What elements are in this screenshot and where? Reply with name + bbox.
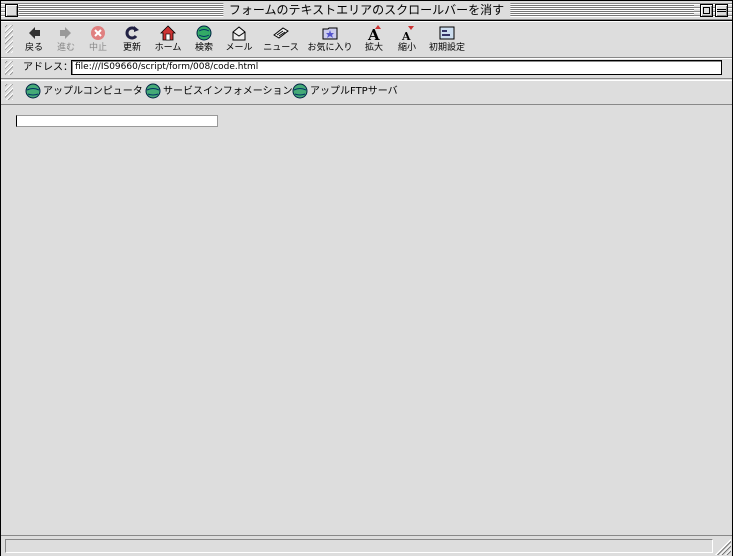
link-service-information[interactable]: サービスインフォメーション	[145, 83, 293, 101]
collapse-box-button[interactable]	[715, 4, 728, 17]
address-input[interactable]: file:///IS09660/script/form/008/code.htm…	[71, 60, 722, 75]
mail-button[interactable]: メール	[223, 23, 255, 55]
mail-icon	[232, 26, 246, 41]
favorites-button-label: お気に入り	[307, 43, 353, 53]
globe-icon	[25, 83, 41, 99]
toolbar-grip[interactable]	[5, 25, 13, 53]
favorites-icon	[322, 27, 338, 40]
news-button[interactable]: ニュース	[261, 23, 301, 55]
link-label: アップルFTPサーバ	[310, 86, 398, 97]
title-bar[interactable]: フォームのテキストエリアのスクロールバーを消す	[1, 1, 732, 21]
svg-text:A: A	[401, 30, 411, 41]
refresh-button[interactable]: 更新	[119, 23, 145, 55]
globe-icon	[292, 83, 308, 99]
text-smaller-button[interactable]: A 縮小	[394, 23, 420, 55]
forward-button[interactable]: 進む	[53, 23, 79, 55]
stop-button[interactable]: 中止	[85, 23, 111, 55]
browser-window: フォームのテキストエリアのスクロールバーを消す 戻る 進む 中止 更新 ホーム …	[0, 0, 733, 556]
textarea-no-scrollbar[interactable]	[16, 115, 218, 127]
button-toolbar: 戻る 進む 中止 更新 ホーム 検索 メール ニュース お気に入り A 拡大 A…	[1, 21, 732, 58]
globe-icon	[145, 83, 161, 99]
search-globe-icon	[196, 25, 212, 41]
link-label: アップルコンピュータ	[43, 86, 143, 97]
search-button[interactable]: 検索	[191, 23, 217, 55]
back-button[interactable]: 戻る	[21, 23, 47, 55]
text-larger-icon: A	[367, 25, 381, 41]
home-button[interactable]: ホーム	[152, 23, 184, 55]
links-grip[interactable]	[5, 84, 13, 100]
back-button-label: 戻る	[24, 43, 43, 53]
refresh-button-label: 更新	[122, 43, 141, 53]
preferences-icon	[439, 26, 455, 40]
stop-icon	[91, 26, 105, 40]
forward-arrow-icon	[60, 27, 71, 39]
back-arrow-icon	[29, 27, 40, 39]
status-bar	[1, 535, 732, 556]
home-button-label: ホーム	[154, 43, 182, 53]
window-title: フォームのテキストエリアのスクロールバーを消す	[222, 3, 511, 17]
forward-button-label: 進む	[56, 43, 75, 53]
news-button-label: ニュース	[263, 43, 299, 53]
text-larger-button-label: 拡大	[364, 43, 383, 53]
close-box-button[interactable]	[5, 4, 18, 17]
address-toolbar: アドレス： file:///IS09660/script/form/008/co…	[1, 58, 732, 79]
status-field	[5, 539, 713, 553]
link-apple-ftp-server[interactable]: アップルFTPサーバ	[292, 83, 398, 101]
address-label: アドレス：	[23, 62, 73, 73]
search-button-label: 検索	[194, 43, 213, 53]
zoom-box-button[interactable]	[700, 4, 713, 17]
resize-grow-box[interactable]	[715, 539, 731, 555]
mail-button-label: メール	[225, 43, 253, 53]
preferences-button[interactable]: 初期設定	[427, 23, 467, 55]
text-larger-button[interactable]: A 拡大	[361, 23, 387, 55]
links-toolbar: アップルコンピュータ サービスインフォメーション アップルFTPサーバ	[1, 80, 732, 105]
text-smaller-button-label: 縮小	[397, 43, 416, 53]
refresh-icon	[125, 26, 139, 40]
address-grip[interactable]	[5, 61, 13, 75]
home-icon	[160, 25, 176, 41]
preferences-button-label: 初期設定	[428, 43, 465, 53]
page-content	[6, 105, 727, 535]
link-label: サービスインフォメーション	[163, 86, 293, 97]
link-apple-computer[interactable]: アップルコンピュータ	[25, 83, 143, 101]
stop-button-label: 中止	[88, 43, 107, 53]
news-icon	[273, 27, 289, 39]
text-smaller-icon: A	[401, 26, 414, 41]
favorites-button[interactable]: お気に入り	[307, 23, 353, 55]
